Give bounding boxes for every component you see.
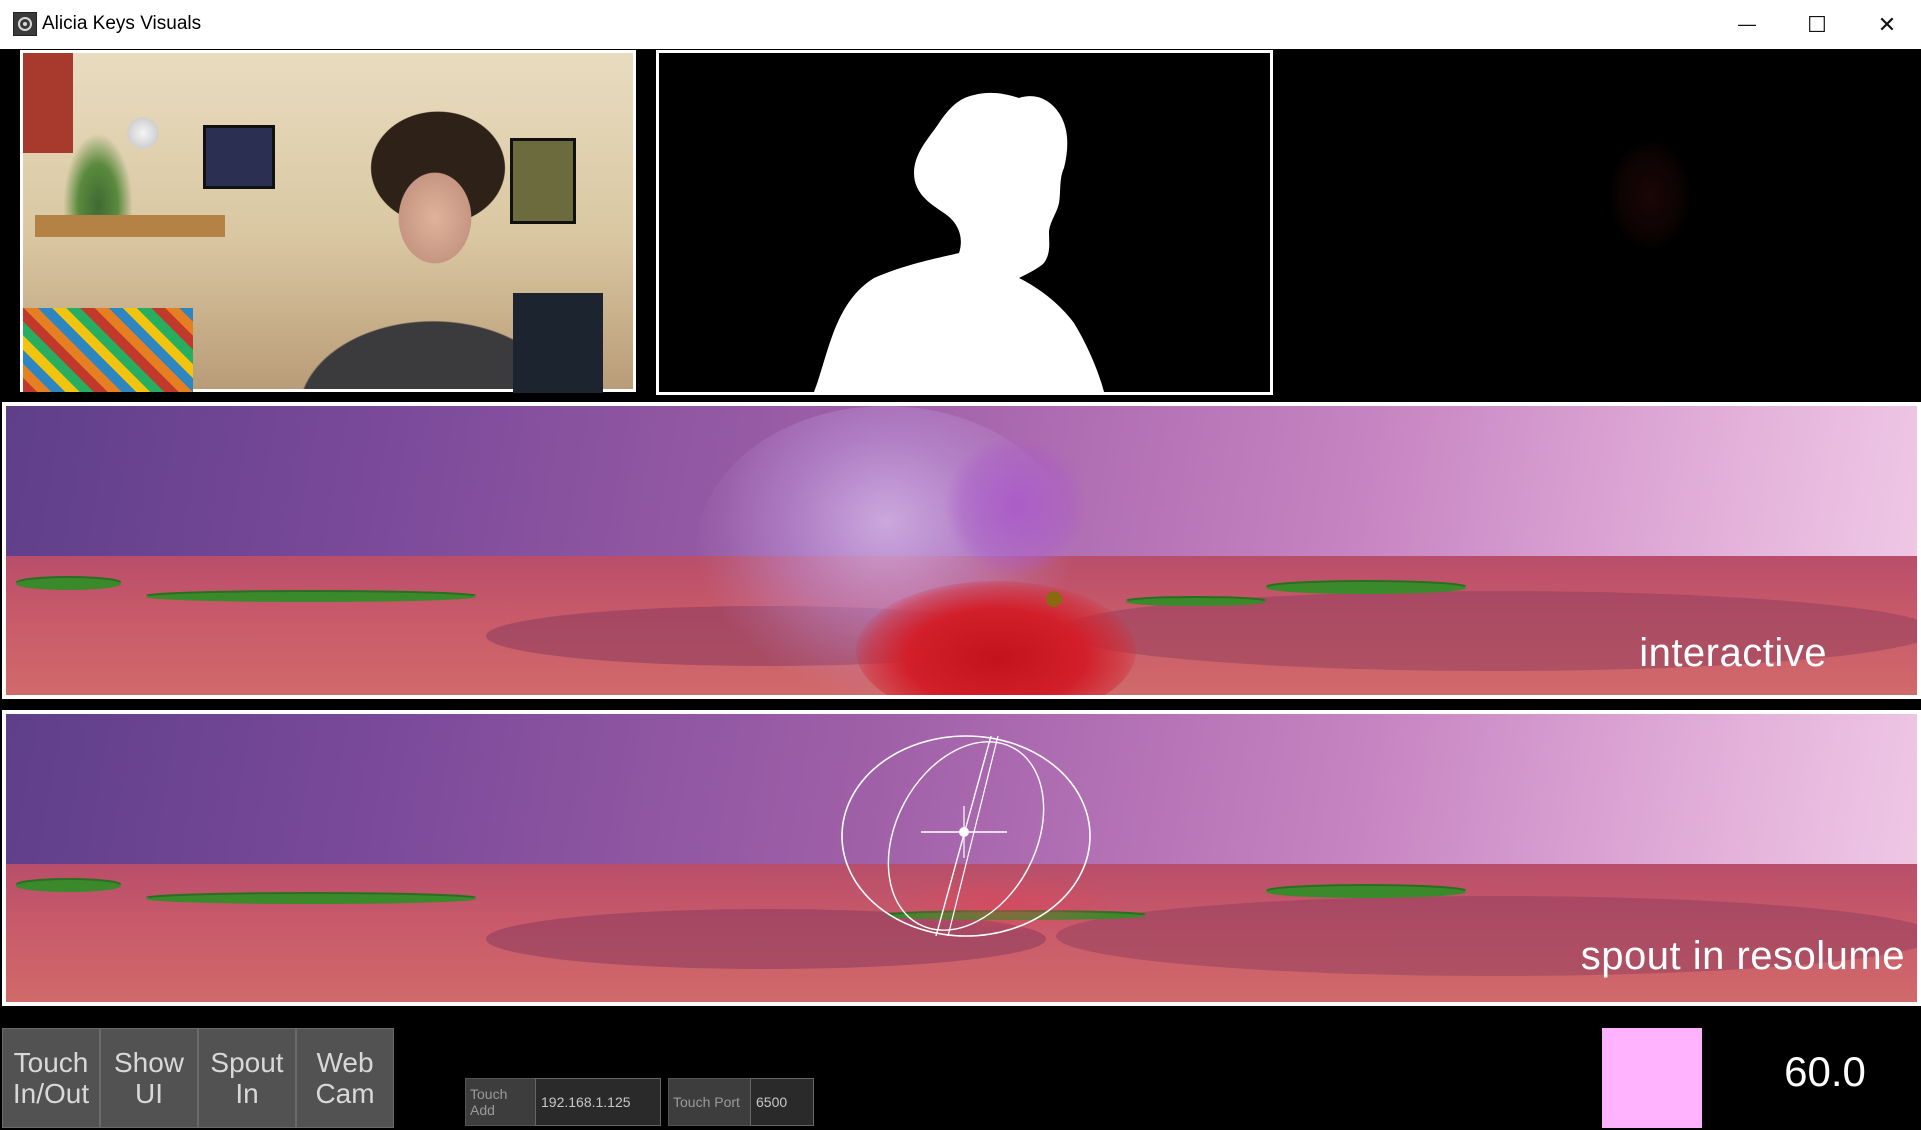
button-label: Spout xyxy=(210,1047,284,1078)
touch-address-input[interactable]: 192.168.1.125 xyxy=(535,1078,661,1126)
interactive-scene-preview: interactive xyxy=(2,402,1921,699)
touch-port-label: Touch Port xyxy=(668,1078,750,1126)
web-cam-button[interactable]: Web Cam xyxy=(296,1028,394,1128)
color-swatch[interactable] xyxy=(1602,1028,1702,1128)
touch-in-out-button[interactable]: Touch In/Out xyxy=(2,1028,100,1128)
grass-patch xyxy=(16,880,121,892)
picture-frame-image xyxy=(203,125,275,189)
button-label: Show xyxy=(113,1047,185,1078)
close-button[interactable]: ✕ xyxy=(1852,0,1921,49)
grass-patch xyxy=(146,894,476,904)
fps-readout: 60.0 xyxy=(1784,1048,1866,1095)
button-label: In/Out xyxy=(12,1078,90,1109)
segmentation-mask-preview xyxy=(656,50,1273,395)
show-ui-button[interactable]: Show UI xyxy=(100,1028,198,1128)
button-label: In xyxy=(235,1078,259,1109)
grass-patch xyxy=(1126,598,1266,606)
sofa-blanket-image xyxy=(23,308,193,392)
spout-scene-preview: spout in resolume xyxy=(2,710,1921,1006)
shelf-image xyxy=(35,215,225,237)
button-label: Touch xyxy=(13,1047,89,1078)
grass-patch xyxy=(16,578,121,590)
grass-patch xyxy=(1266,886,1466,898)
spout-in-button[interactable]: Spout In xyxy=(198,1028,296,1128)
plant-image xyxy=(63,133,133,223)
maximize-button[interactable]: ☐ xyxy=(1782,0,1852,49)
particle-dot xyxy=(1046,591,1062,607)
minimize-button[interactable]: — xyxy=(1712,0,1782,49)
minimize-icon: — xyxy=(1738,14,1756,34)
chair-image xyxy=(513,293,603,393)
silhouette-shape xyxy=(814,92,1104,392)
title-bar[interactable]: Alicia Keys Visuals — ☐ ✕ xyxy=(0,0,1921,49)
touch-address-field: Touch Add 192.168.1.125 xyxy=(465,1078,661,1128)
sphere-graphic xyxy=(841,735,1091,937)
spout-label: spout in resolume xyxy=(1580,934,1905,978)
grass-patch xyxy=(146,592,476,602)
webcam-preview xyxy=(20,50,636,393)
grass-patch xyxy=(1266,582,1466,594)
button-label: Web xyxy=(316,1047,374,1078)
button-label: Cam xyxy=(315,1078,375,1109)
touch-address-label: Touch Add xyxy=(465,1078,535,1126)
particle-cloud xyxy=(946,436,1086,576)
interactive-label: interactive xyxy=(1639,631,1827,675)
picture-frame-image xyxy=(510,138,576,224)
touch-port-input[interactable]: 6500 xyxy=(750,1078,814,1126)
window-title: Alicia Keys Visuals xyxy=(42,13,202,34)
control-button-group: Touch In/Out Show UI Spout In Web Cam xyxy=(2,1028,394,1128)
touch-port-field: Touch Port 6500 xyxy=(668,1078,814,1128)
close-icon: ✕ xyxy=(1877,11,1897,37)
button-label: UI xyxy=(135,1078,163,1109)
app-icon xyxy=(13,12,37,36)
output-preview-dark xyxy=(1290,50,1921,395)
maximize-icon: ☐ xyxy=(1807,11,1827,37)
